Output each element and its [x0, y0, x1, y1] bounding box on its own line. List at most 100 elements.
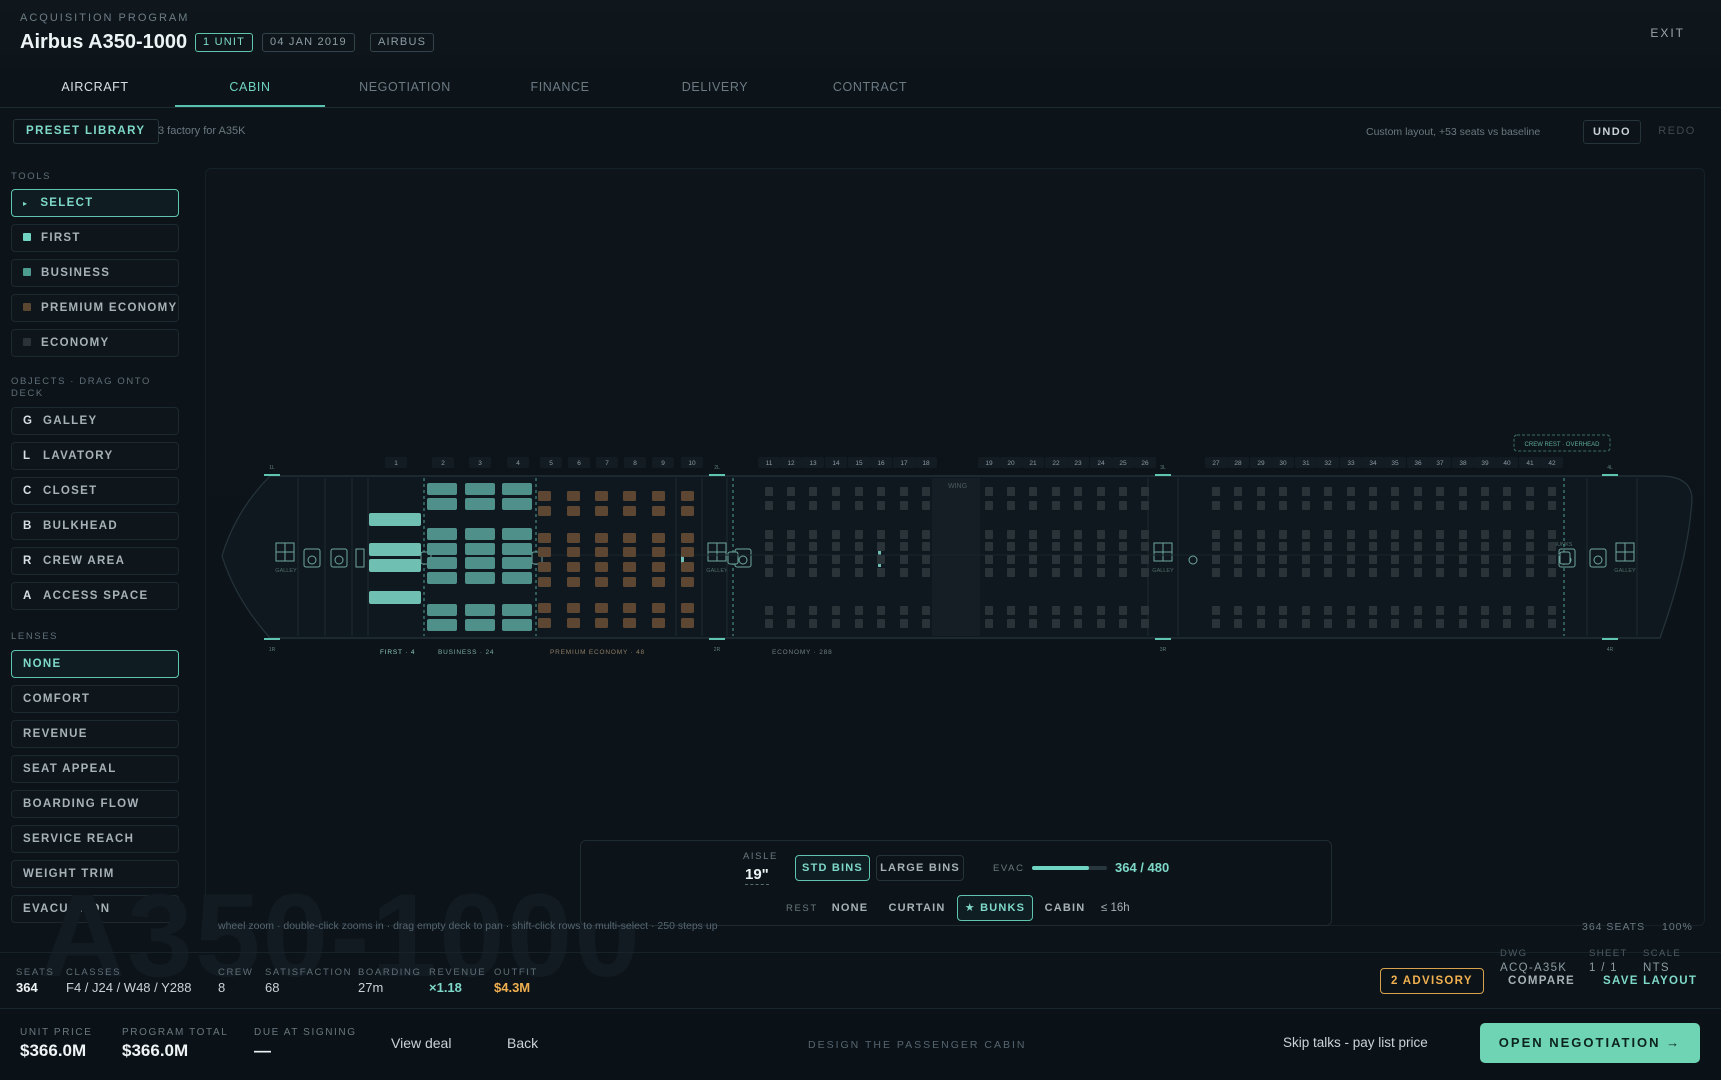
seat-premium-economy[interactable] [652, 506, 665, 516]
seat-economy[interactable] [1302, 501, 1310, 510]
seat-economy[interactable] [1526, 487, 1534, 496]
seat-economy[interactable] [1459, 501, 1467, 510]
seat-economy[interactable] [1007, 606, 1015, 615]
seat-economy[interactable] [1481, 501, 1489, 510]
seat-economy[interactable] [900, 568, 908, 577]
seat-economy[interactable] [922, 487, 930, 496]
seat-business[interactable] [465, 498, 495, 510]
seat-economy[interactable] [1414, 530, 1422, 539]
back-link[interactable]: Back [507, 1035, 538, 1051]
seat-economy[interactable] [1257, 619, 1265, 628]
seat-economy[interactable] [1119, 530, 1127, 539]
seat-economy[interactable] [1007, 487, 1015, 496]
seat-premium-economy[interactable] [595, 506, 608, 516]
seat-economy[interactable] [1119, 542, 1127, 551]
seat-economy[interactable] [832, 606, 840, 615]
seat-economy[interactable] [877, 606, 885, 615]
seat-economy[interactable] [809, 542, 817, 551]
access-door-icon[interactable] [727, 551, 739, 565]
seat-economy[interactable] [1526, 555, 1534, 564]
seat-business[interactable] [465, 619, 495, 631]
seat-premium-economy[interactable] [567, 562, 580, 572]
seat-economy[interactable] [1347, 530, 1355, 539]
seat-economy[interactable] [855, 619, 863, 628]
seat-economy[interactable] [1234, 555, 1242, 564]
seat-economy[interactable] [1257, 530, 1265, 539]
seat-business[interactable] [502, 557, 532, 569]
seat-economy[interactable] [877, 530, 885, 539]
seat-business[interactable] [502, 483, 532, 495]
seat-economy[interactable] [1414, 555, 1422, 564]
seat-premium-economy[interactable] [567, 533, 580, 543]
seat-economy[interactable] [922, 619, 930, 628]
seat-economy[interactable] [1074, 542, 1082, 551]
seat-premium-economy[interactable] [595, 577, 608, 587]
seat-economy[interactable] [985, 487, 993, 496]
seat-economy[interactable] [765, 487, 773, 496]
seat-economy[interactable] [1097, 568, 1105, 577]
seat-economy[interactable] [1436, 555, 1444, 564]
door-marker-top[interactable] [709, 474, 725, 476]
seat-economy[interactable] [1052, 530, 1060, 539]
seat-first[interactable] [369, 559, 421, 572]
seat-economy[interactable] [1548, 619, 1556, 628]
seat-premium-economy[interactable] [623, 577, 636, 587]
seat-economy[interactable] [1212, 555, 1220, 564]
seat-business[interactable] [465, 528, 495, 540]
seat-economy[interactable] [1436, 542, 1444, 551]
seat-economy[interactable] [1459, 487, 1467, 496]
seat-economy[interactable] [1369, 555, 1377, 564]
seat-economy[interactable] [1391, 542, 1399, 551]
seat-premium-economy[interactable] [595, 547, 608, 557]
seat-economy[interactable] [1029, 568, 1037, 577]
seat-economy[interactable] [1391, 568, 1399, 577]
seat-economy[interactable] [1369, 530, 1377, 539]
seat-economy[interactable] [1052, 487, 1060, 496]
seat-economy[interactable] [1302, 568, 1310, 577]
seat-economy[interactable] [1302, 555, 1310, 564]
seat-economy[interactable] [1302, 487, 1310, 496]
seat-economy[interactable] [1459, 555, 1467, 564]
seat-economy[interactable] [1302, 606, 1310, 615]
rest-none-button[interactable]: NONE [824, 895, 876, 921]
seat-economy[interactable] [1119, 606, 1127, 615]
seat-economy[interactable] [1481, 606, 1489, 615]
seat-economy[interactable] [787, 555, 795, 564]
seat-economy[interactable] [832, 501, 840, 510]
seat-economy[interactable] [1029, 530, 1037, 539]
seat-economy[interactable] [877, 501, 885, 510]
door-marker-top[interactable] [264, 474, 280, 476]
seat-economy[interactable] [1257, 487, 1265, 496]
seat-economy[interactable] [765, 619, 773, 628]
seat-premium-economy[interactable] [567, 603, 580, 613]
seat-economy[interactable] [1548, 501, 1556, 510]
seat-economy[interactable] [809, 619, 817, 628]
seat-economy[interactable] [1141, 542, 1149, 551]
seat-premium-economy[interactable] [681, 506, 694, 516]
seat-economy[interactable] [1234, 530, 1242, 539]
seat-economy[interactable] [787, 530, 795, 539]
seat-economy[interactable] [1234, 606, 1242, 615]
seat-premium-economy[interactable] [538, 577, 551, 587]
seat-economy[interactable] [855, 555, 863, 564]
seat-economy[interactable] [1212, 619, 1220, 628]
seat-economy[interactable] [985, 530, 993, 539]
seat-economy[interactable] [1141, 606, 1149, 615]
seat-economy[interactable] [900, 530, 908, 539]
seat-economy[interactable] [765, 568, 773, 577]
seat-economy[interactable] [809, 555, 817, 564]
door-marker-bottom[interactable] [264, 638, 280, 640]
seat-economy[interactable] [787, 619, 795, 628]
seat-economy[interactable] [1257, 555, 1265, 564]
seat-business[interactable] [465, 604, 495, 616]
seat-economy[interactable] [922, 530, 930, 539]
seat-economy[interactable] [855, 542, 863, 551]
seat-economy[interactable] [1052, 619, 1060, 628]
seat-economy[interactable] [985, 501, 993, 510]
seat-premium-economy[interactable] [538, 618, 551, 628]
seat-economy[interactable] [1097, 606, 1105, 615]
seat-economy[interactable] [1324, 542, 1332, 551]
door-marker-top[interactable] [1602, 474, 1618, 476]
seat-economy[interactable] [1414, 487, 1422, 496]
seat-premium-economy[interactable] [623, 603, 636, 613]
